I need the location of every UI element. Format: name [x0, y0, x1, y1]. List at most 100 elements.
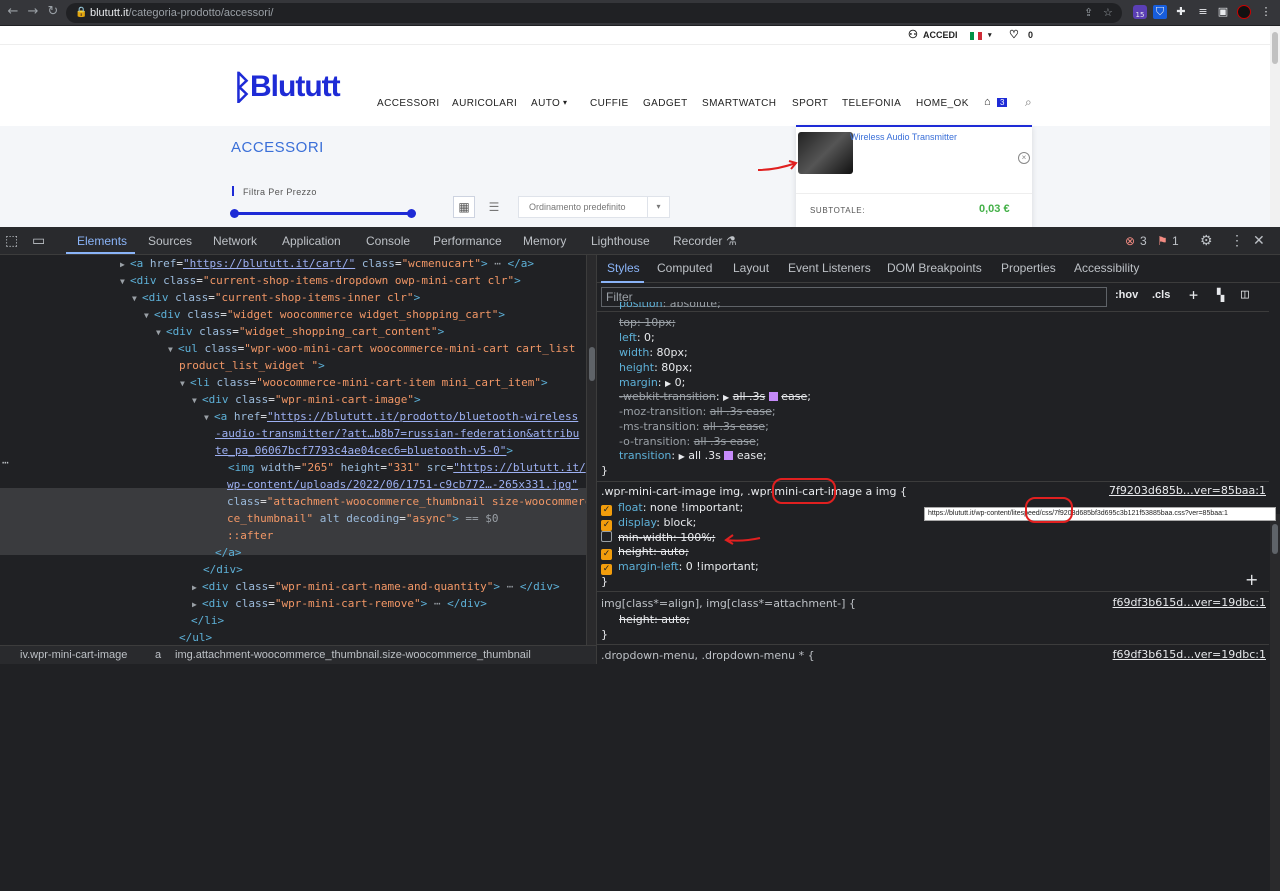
tab-properties[interactable]: Properties [1001, 261, 1056, 275]
menu-item-cuffie[interactable]: CUFFIE [590, 98, 629, 109]
css-source-link[interactable]: 7f9203d685b…ver=85baa:1 [1109, 484, 1266, 497]
tab-layout[interactable]: Layout [733, 261, 769, 275]
tab-network[interactable]: Network [213, 234, 257, 248]
device-toolbar-icon[interactable]: ▭ [32, 232, 45, 249]
error-count[interactable]: 3 [1140, 234, 1147, 248]
element-state-icon[interactable]: ▚ [1217, 288, 1224, 302]
css-declaration[interactable]: ✓ display: block; [601, 515, 696, 531]
css-declaration[interactable]: height: auto; [619, 612, 690, 627]
sort-select[interactable]: Ordinamento predefinito ▾ [518, 196, 670, 218]
menu-item-sport[interactable]: SPORT [792, 98, 828, 109]
scrollbar-thumb[interactable] [1272, 32, 1278, 64]
product-thumbnail[interactable] [798, 132, 853, 174]
css-declaration[interactable]: top: 10px; [619, 315, 675, 330]
address-bar[interactable]: 🔒 blututt.it/categoria-prodotto/accessor… [66, 3, 1122, 23]
css-declaration[interactable]: -moz-transition: all .3s ease; [619, 404, 776, 419]
issue-count[interactable]: 1 [1172, 234, 1179, 248]
menu-item-auto[interactable]: AUTO [531, 98, 560, 109]
search-icon[interactable]: ⌕ [1025, 95, 1032, 110]
styles-scrollbar[interactable] [1270, 514, 1280, 891]
mini-cart-item-name[interactable]: Wireless Audio Transmitter [850, 132, 957, 142]
scrollbar-thumb[interactable] [589, 347, 595, 381]
cls-toggle[interactable]: .cls [1152, 289, 1170, 301]
extension-badge[interactable]: 15 [1133, 5, 1147, 19]
profile-avatar[interactable] [1237, 5, 1251, 19]
tab-recorder[interactable]: Recorder [673, 234, 722, 248]
dom-node[interactable]: ▼ <div class="current-shop-items-dropdown… [120, 272, 521, 289]
language-chevron-icon[interactable]: ▾ [988, 31, 992, 39]
css-selector[interactable]: .wpr-mini-cart-image img, .wpr-mini-cart… [601, 484, 907, 499]
css-declaration[interactable]: height: 80px; [619, 360, 692, 375]
tab-console[interactable]: Console [366, 234, 410, 248]
breadcrumb-item[interactable]: a [155, 646, 161, 665]
dom-node[interactable]: ▶ <div class="wpr-mini-cart-name-and-quan… [192, 578, 560, 595]
breadcrumb-item[interactable]: img.attachment-woocommerce_thumbnail.siz… [175, 646, 531, 665]
css-declaration[interactable]: ✓ height: auto; [601, 544, 689, 560]
dom-node[interactable]: ▶ <a href="https://blututt.it/cart/" clas… [120, 255, 534, 272]
menu-item-auricolari[interactable]: AURICOLARI [452, 98, 517, 109]
menu-item-accessori[interactable]: ACCESSORI [377, 98, 440, 109]
elements-scrollbar[interactable] [586, 255, 596, 645]
slider-min-handle[interactable] [230, 209, 239, 218]
tab-accessibility[interactable]: Accessibility [1074, 261, 1139, 275]
menu-item-home-ok[interactable]: HOME_OK [916, 98, 969, 109]
tab-styles[interactable]: Styles [607, 261, 640, 275]
css-declaration[interactable]: margin: ▶ 0; [619, 375, 685, 390]
heart-icon[interactable]: ♡ [1009, 28, 1019, 41]
dom-node[interactable]: ▼ <div class="widget_shopping_cart_conten… [156, 323, 444, 340]
error-icon[interactable]: ⊗ [1125, 234, 1135, 248]
slider-max-handle[interactable] [407, 209, 416, 218]
issues-icon[interactable]: ⚑ [1157, 234, 1168, 248]
tab-application[interactable]: Application [282, 234, 341, 248]
tab-sources[interactable]: Sources [148, 234, 192, 248]
remove-item-icon[interactable]: × [1018, 152, 1030, 164]
new-style-rule-icon[interactable]: + [1189, 286, 1198, 304]
css-declaration[interactable]: left: 0; [619, 330, 655, 345]
css-declaration[interactable]: -o-transition: all .3s ease; [619, 434, 760, 449]
css-selector[interactable]: img[class*=align], img[class*=attachment… [601, 596, 856, 611]
extensions-puzzle-icon[interactable]: ✚ [1174, 5, 1188, 19]
cart-icon[interactable]: ⌂ [984, 96, 991, 108]
login-link[interactable]: ACCEDI [923, 30, 958, 40]
media-icon[interactable]: ≡ [1196, 5, 1210, 19]
tab-lighthouse[interactable]: Lighthouse [591, 234, 650, 248]
tab-event-listeners[interactable]: Event Listeners [788, 261, 871, 275]
css-declaration[interactable]: transition: ▶ all .3s ease; [619, 448, 767, 463]
list-view-icon[interactable]: ☰ [484, 196, 504, 218]
reload-icon[interactable]: ↻ [44, 4, 62, 19]
dom-node[interactable]: ▼ <a href="https://blututt.it/prodotto/bl… [204, 408, 578, 425]
price-range-slider[interactable] [230, 209, 416, 218]
site-logo[interactable]: ᛒBlututt [232, 69, 341, 108]
node-ellipsis-icon[interactable]: ⋯ [2, 454, 9, 471]
dom-node[interactable]: ▶ <div class="wpr-mini-cart-remove"> ⋯ </… [192, 595, 487, 612]
css-source-link[interactable]: f69df3b615d…ver=19dbc:1 [1113, 648, 1266, 661]
tab-dom-breakpoints[interactable]: DOM Breakpoints [887, 261, 982, 275]
css-declaration[interactable]: min-width: 100%; [601, 530, 715, 545]
dom-node[interactable]: ▼ <div class="widget woocommerce widget_s… [144, 306, 505, 323]
dom-pseudo-after[interactable]: ::after [227, 527, 273, 544]
css-selector[interactable]: .dropdown-menu, .dropdown-menu * { [601, 648, 815, 663]
settings-gear-icon[interactable]: ⚙ [1200, 232, 1213, 249]
css-declaration[interactable]: -ms-transition: all .3s ease; [619, 419, 769, 434]
dom-node-selected[interactable]: <img width="265" height="331" src="https… [228, 459, 586, 476]
tab-memory[interactable]: Memory [523, 234, 566, 248]
menu-item-telefonia[interactable]: TELEFONIA [842, 98, 901, 109]
css-declaration[interactable]: width: 80px; [619, 345, 688, 360]
menu-item-smartwatch[interactable]: SMARTWATCH [702, 98, 776, 109]
css-source-link[interactable]: f69df3b615d…ver=19dbc:1 [1113, 596, 1266, 609]
back-icon[interactable]: ← [4, 4, 22, 19]
dom-node[interactable]: ▼ <ul class="wpr-woo-mini-cart woocommerc… [168, 340, 575, 357]
tab-computed[interactable]: Computed [657, 261, 712, 275]
page-scrollbar[interactable] [1270, 26, 1280, 227]
forward-icon[interactable]: → [24, 4, 42, 19]
css-declaration[interactable]: ✓ float: none !important; [601, 500, 743, 516]
italy-flag-icon[interactable] [970, 32, 982, 40]
close-devtools-icon[interactable]: ✕ [1253, 232, 1265, 249]
grid-view-icon[interactable]: ▦ [453, 196, 475, 218]
dom-node[interactable]: ▼ <div class="current-shop-items-inner cl… [132, 289, 420, 306]
add-declaration-icon[interactable]: + [1245, 570, 1258, 589]
breadcrumb-item[interactable]: iv.wpr-mini-cart-image [20, 646, 127, 665]
css-declaration[interactable]: ✓ margin-left: 0 !important; [601, 559, 759, 575]
css-declaration[interactable]: -webkit-transition: ▶ all .3s ease; [619, 389, 811, 404]
css-declaration[interactable]: position: absolute; [619, 302, 721, 310]
